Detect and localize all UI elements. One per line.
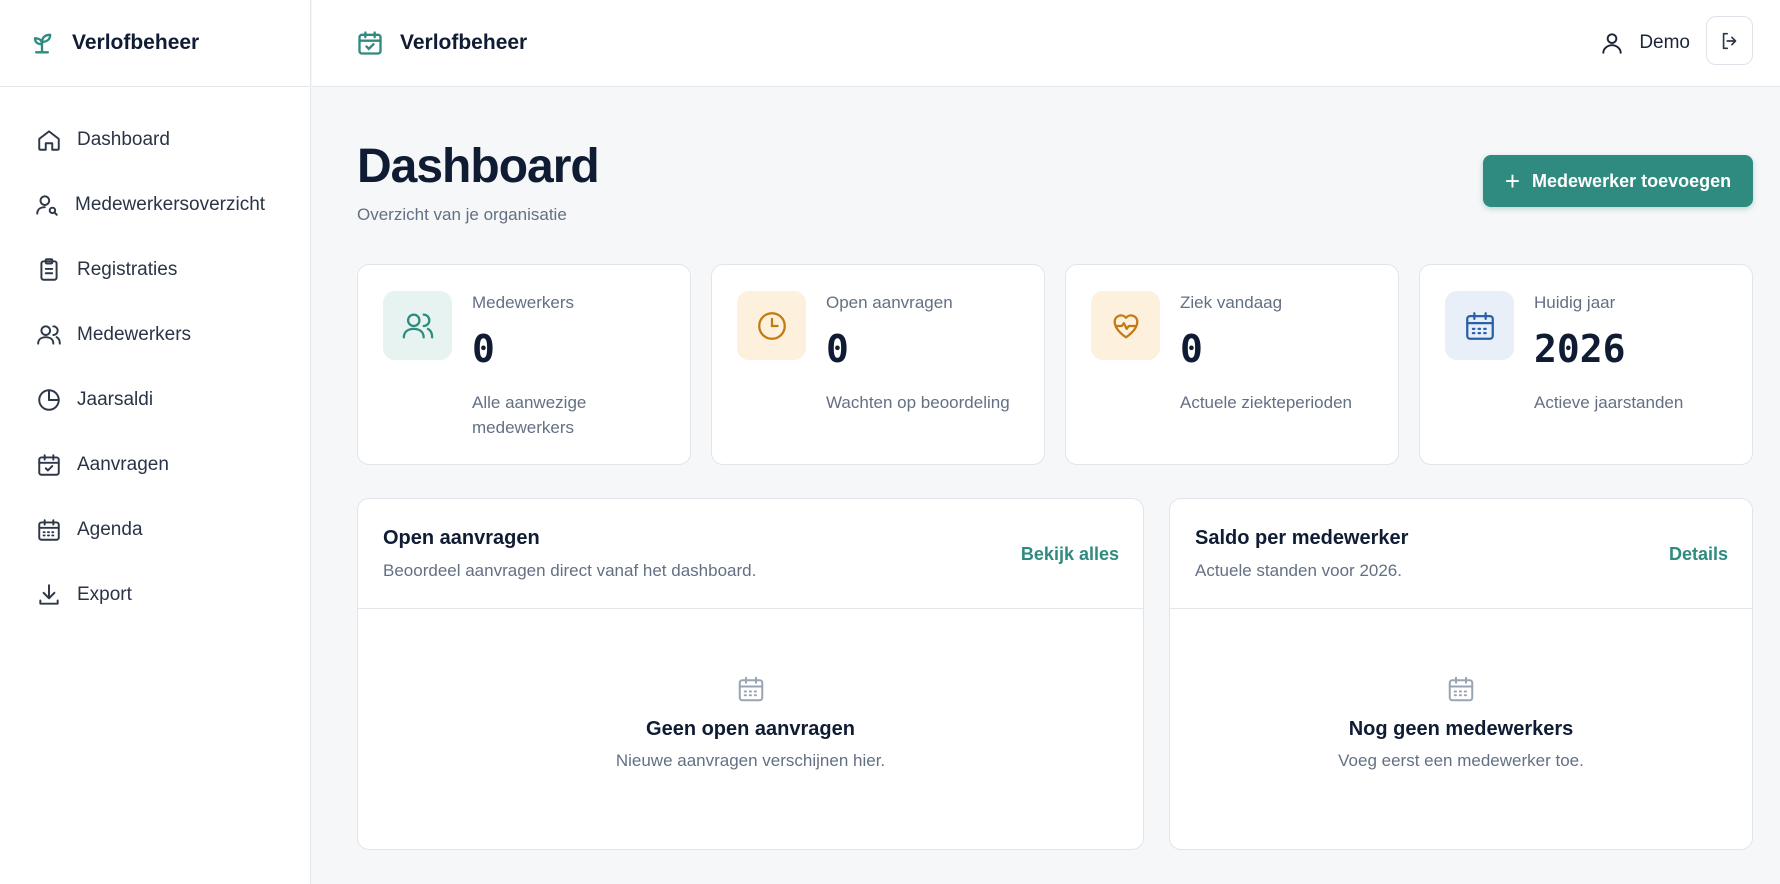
- plus-icon: +: [1504, 166, 1521, 196]
- sidebar-item-label: Medewerkersoverzicht: [75, 193, 266, 215]
- panel-header: Saldo per medewerker Actuele standen voo…: [1170, 499, 1752, 609]
- brand-name: Verlofbeheer: [72, 31, 200, 54]
- stats-row: Medewerkers 0 Alle aanwezige medewerkers…: [357, 264, 1753, 465]
- stat-description: Alle aanwezige medewerkers: [472, 393, 587, 437]
- calendar-check-icon: [358, 31, 382, 55]
- empty-description: Nieuwe aanvragen verschijnen hier.: [615, 751, 886, 770]
- clipboard-icon: [40, 257, 58, 281]
- page-subtitle: Overzicht van je organisatie: [357, 205, 567, 224]
- sidebar-item-aanvragen[interactable]: Aanvragen: [0, 432, 310, 497]
- user-name: Demo: [1639, 32, 1690, 53]
- stat-card-sick-today: Ziek vandaag 0 Actuele ziekteperioden: [1065, 264, 1399, 465]
- topbar: Verlofbeheer Demo: [312, 0, 1780, 87]
- calendar-icon: [1448, 676, 1474, 702]
- sidebar-item-medewerkers[interactable]: Medewerkers: [0, 302, 310, 367]
- sidebar-item-registraties[interactable]: Registraties: [0, 237, 310, 302]
- sidebar-item-label: Aanvragen: [77, 453, 169, 475]
- panel-header: Open aanvragen Beoordeel aanvragen direc…: [358, 499, 1143, 609]
- add-employee-button[interactable]: + Medewerker toevoegen: [1483, 155, 1753, 207]
- add-employee-label: Medewerker toevoegen: [1532, 170, 1732, 191]
- sidebar-item-medewerkersoverzicht[interactable]: Medewerkersoverzicht: [0, 172, 310, 237]
- stat-description: Actieve jaarstanden: [1534, 393, 1684, 412]
- user-overview-icon: [36, 194, 58, 216]
- empty-state: Geen open aanvragen Nieuwe aanvragen ver…: [358, 674, 1143, 771]
- sidebar-item-dashboard[interactable]: Dashboard: [0, 107, 310, 172]
- logout-button[interactable]: [1706, 16, 1753, 65]
- logout-icon: [1722, 32, 1736, 49]
- sprout-icon: [33, 33, 52, 54]
- sidebar-item-label: Agenda: [77, 518, 143, 540]
- stat-value: 0: [1180, 327, 1203, 371]
- brand[interactable]: Verlofbeheer: [0, 0, 310, 87]
- sidebar-item-export[interactable]: Export: [0, 562, 310, 627]
- pie-chart-icon: [38, 388, 60, 411]
- sidebar-item-label: Medewerkers: [77, 323, 192, 345]
- stat-label: Huidig jaar: [1534, 293, 1616, 312]
- sidebar-item-label: Export: [77, 583, 132, 605]
- panel-subtitle: Beoordeel aanvragen direct vanaf het das…: [383, 561, 757, 580]
- stat-card-employees: Medewerkers 0 Alle aanwezige medewerkers: [357, 264, 691, 465]
- stat-description: Wachten op beoordeling: [826, 393, 1010, 412]
- calendar-icon: [738, 676, 763, 702]
- stat-icon-badge: [1091, 291, 1160, 360]
- balance-per-employee-panel: Saldo per medewerker Actuele standen voo…: [1169, 498, 1753, 850]
- sidebar: Verlofbeheer Dashboard Medewerkersoverzi…: [0, 0, 311, 884]
- empty-description: Voeg eerst een medewerker toe.: [1338, 751, 1584, 770]
- panel-subtitle: Actuele standen voor 2026.: [1195, 561, 1402, 580]
- sidebar-item-label: Dashboard: [77, 128, 170, 150]
- stat-label: Medewerkers: [472, 293, 575, 312]
- panels-row: Open aanvragen Beoordeel aanvragen direc…: [357, 498, 1753, 850]
- stat-icon-badge: [383, 291, 452, 360]
- stat-label: Open aanvragen: [826, 293, 953, 312]
- sidebar-item-jaarsaldi[interactable]: Jaarsaldi: [0, 367, 310, 432]
- users-icon: [37, 324, 61, 345]
- details-link[interactable]: Details: [1669, 544, 1728, 565]
- download-icon: [39, 583, 59, 605]
- stat-description: Actuele ziekteperioden: [1180, 393, 1353, 412]
- clock-icon: [757, 311, 786, 340]
- stat-card-open-requests: Open aanvragen 0 Wachten op beoordeling: [711, 264, 1045, 465]
- stat-value: 2026: [1534, 327, 1626, 371]
- panel-title: Saldo per medewerker: [1195, 527, 1409, 549]
- panel-title: Open aanvragen: [383, 527, 540, 549]
- stat-value: 0: [826, 327, 849, 371]
- sidebar-item-agenda[interactable]: Agenda: [0, 497, 310, 562]
- calendar-icon: [38, 518, 60, 541]
- empty-title: Nog geen medewerkers: [1348, 718, 1574, 740]
- stat-value: 0: [472, 327, 495, 371]
- stat-icon-badge: [737, 291, 806, 360]
- open-requests-panel: Open aanvragen Beoordeel aanvragen direc…: [357, 498, 1144, 850]
- page-title: Dashboard: [357, 140, 600, 193]
- heart-pulse-icon: [1113, 313, 1138, 338]
- calendar-icon: [1465, 311, 1494, 340]
- empty-state: Nog geen medewerkers Voeg eerst een mede…: [1170, 674, 1752, 771]
- empty-title: Geen open aanvragen: [646, 718, 855, 740]
- stat-card-current-year: Huidig jaar 2026 Actieve jaarstanden: [1419, 264, 1753, 465]
- calendar-check-icon: [38, 453, 60, 476]
- view-all-link[interactable]: Bekijk alles: [1021, 544, 1119, 565]
- user-menu[interactable]: Demo: [1599, 30, 1690, 56]
- sidebar-item-label: Jaarsaldi: [77, 388, 154, 410]
- sidebar-nav: Dashboard Medewerkersoverzicht Registrat…: [0, 87, 310, 627]
- user-icon: [1602, 33, 1622, 54]
- sidebar-item-label: Registraties: [77, 258, 178, 280]
- home-icon: [38, 129, 60, 151]
- stat-label: Ziek vandaag: [1180, 293, 1283, 312]
- stat-icon-badge: [1445, 291, 1514, 360]
- topbar-title: Verlofbeheer: [400, 31, 528, 54]
- users-icon: [402, 313, 433, 338]
